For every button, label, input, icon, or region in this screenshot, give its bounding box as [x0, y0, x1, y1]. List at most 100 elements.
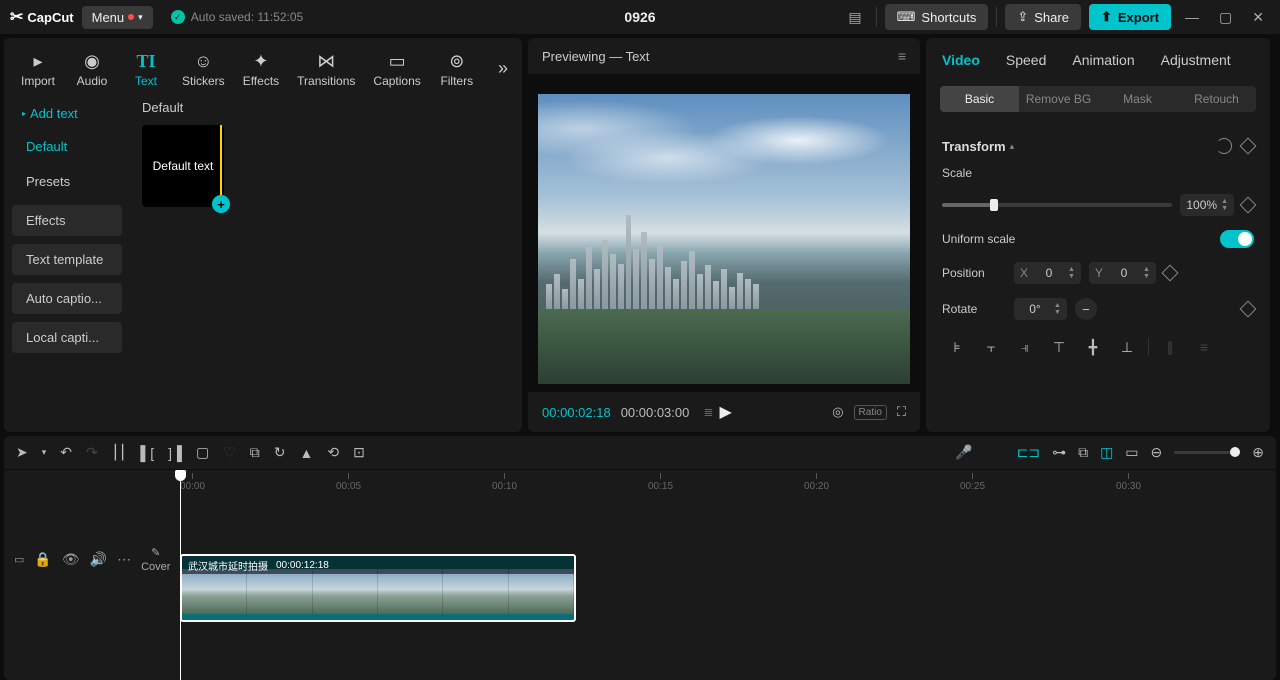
tab-audio[interactable]: ◉Audio: [66, 46, 118, 92]
stepper-icon[interactable]: ▲▼: [1221, 199, 1228, 212]
maximize-button[interactable]: ▢: [1213, 5, 1238, 30]
play-button[interactable]: ▶: [719, 402, 731, 422]
mic-icon[interactable]: 🎤: [955, 444, 972, 461]
distribute-h-icon[interactable]: ∥: [1155, 334, 1185, 360]
subtab-mask[interactable]: Mask: [1098, 86, 1177, 112]
stepper-icon[interactable]: ▲▼: [1054, 303, 1061, 316]
copies-icon[interactable]: ⧉: [250, 444, 260, 461]
export-button[interactable]: ⬆ Export: [1089, 4, 1171, 30]
scale-input[interactable]: 100% ▲▼: [1180, 194, 1234, 216]
sidebar-item-auto-captions[interactable]: Auto captio...: [12, 283, 122, 314]
layout-icon[interactable]: ▤: [842, 5, 867, 30]
share-button[interactable]: ⇪ Share: [1005, 4, 1081, 30]
track-more-icon[interactable]: ⋯: [117, 551, 131, 568]
redo-icon[interactable]: ↷: [86, 444, 98, 461]
effects-icon: ✦: [253, 50, 268, 72]
zoom-slider[interactable]: [1174, 451, 1240, 454]
mirror-icon[interactable]: ▲: [299, 445, 313, 461]
align-top-icon[interactable]: ⊤: [1044, 334, 1074, 360]
subtab-retouch[interactable]: Retouch: [1177, 86, 1256, 112]
sidebar-item-text-template[interactable]: Text template: [12, 244, 122, 275]
align-left-icon[interactable]: ⊧: [942, 334, 972, 360]
tracks-region[interactable]: 武汉城市延时拍摄 00:00:12:18: [138, 492, 1276, 680]
crop-icon[interactable]: ⊡: [353, 444, 365, 461]
shortcuts-button[interactable]: ⌨ Shortcuts: [885, 4, 989, 30]
subtab-removebg[interactable]: Remove BG: [1019, 86, 1098, 112]
reverse-icon[interactable]: ↻: [274, 444, 286, 461]
track-collapse-icon[interactable]: ▭: [14, 553, 24, 566]
position-y-input[interactable]: Y 0 ▲▼: [1089, 262, 1156, 284]
trim-right-icon[interactable]: ]▐: [168, 445, 182, 461]
timeline-ruler[interactable]: 00:00 00:05 00:10 00:15 00:20 00:25 00:3…: [138, 470, 1276, 492]
selection-tool-icon[interactable]: ➤: [16, 444, 28, 461]
menu-button[interactable]: Menu ▾: [82, 6, 153, 29]
ratio-button[interactable]: Ratio: [854, 405, 887, 420]
rotate-dial[interactable]: −: [1075, 298, 1097, 320]
minimize-button[interactable]: ―: [1179, 5, 1205, 29]
rotate-input[interactable]: 0° ▲▼: [1014, 298, 1067, 320]
video-clip[interactable]: 武汉城市延时拍摄 00:00:12:18: [180, 554, 576, 622]
link-icon[interactable]: ⧉: [1078, 444, 1088, 461]
favorite-icon[interactable]: ♡: [223, 444, 236, 461]
tabs-overflow-button[interactable]: »: [492, 46, 514, 79]
close-button[interactable]: ✕: [1246, 5, 1270, 30]
mute-icon[interactable]: 🔊: [90, 551, 107, 568]
align-center-h-icon[interactable]: ⫟: [976, 334, 1006, 360]
default-text-thumb[interactable]: Default text +: [142, 125, 224, 207]
magnet-icon[interactable]: ⊏⊐: [1017, 444, 1040, 461]
tab-import[interactable]: ▸Import: [12, 46, 64, 92]
fullscreen-icon[interactable]: ⛶: [897, 404, 906, 420]
subtab-basic[interactable]: Basic: [940, 86, 1019, 112]
x-value: 0: [1034, 266, 1064, 280]
rotate-icon[interactable]: ⟲: [327, 444, 339, 461]
keyframe-icon[interactable]: [1240, 138, 1257, 155]
distribute-v-icon[interactable]: ≡: [1189, 334, 1219, 360]
split-icon[interactable]: ⎮⎮: [112, 444, 127, 461]
preview-canvas[interactable]: [538, 94, 910, 384]
zoom-in-icon[interactable]: ⊕: [1252, 444, 1264, 461]
scale-slider[interactable]: [942, 203, 1172, 207]
keyframe-icon[interactable]: [1240, 301, 1257, 318]
sidebar-item-presets[interactable]: Presets: [12, 166, 122, 197]
sidebar-item-effects[interactable]: Effects: [12, 205, 122, 236]
undo-icon[interactable]: ↶: [60, 444, 72, 461]
visibility-icon[interactable]: 👁: [62, 551, 80, 568]
add-text-button[interactable]: Add text: [12, 100, 122, 127]
tab-effects[interactable]: ✦Effects: [235, 46, 287, 92]
stepper-icon[interactable]: ▲▼: [1143, 267, 1150, 280]
prop-tab-speed[interactable]: Speed: [1006, 48, 1046, 76]
tab-transitions[interactable]: ⋈Transitions: [289, 46, 363, 92]
sidebar-item-default[interactable]: Default: [12, 131, 122, 162]
stepper-icon[interactable]: ▲▼: [1068, 267, 1075, 280]
reset-icon[interactable]: [1216, 138, 1232, 154]
align-bottom-icon[interactable]: ⊥: [1112, 334, 1142, 360]
tab-text[interactable]: TIText: [120, 46, 172, 92]
position-x-input[interactable]: X 0 ▲▼: [1014, 262, 1081, 284]
prop-tab-animation[interactable]: Animation: [1072, 48, 1134, 76]
tool-dropdown-icon[interactable]: ▾: [42, 447, 47, 458]
preview-menu-icon[interactable]: ≡: [898, 48, 906, 64]
list-icon[interactable]: ≣: [703, 405, 713, 419]
delete-icon[interactable]: ▢: [196, 444, 209, 461]
keyframe-icon[interactable]: [1240, 197, 1257, 214]
trim-left-icon[interactable]: ▌[: [140, 445, 154, 461]
tab-stickers[interactable]: ☺Stickers: [174, 46, 233, 92]
prop-tab-adjustment[interactable]: Adjustment: [1161, 48, 1231, 76]
keyframe-icon[interactable]: [1161, 265, 1178, 282]
zoom-out-icon[interactable]: ⊖: [1151, 444, 1163, 461]
linkage-icon[interactable]: ⊶: [1052, 444, 1066, 461]
add-icon[interactable]: +: [212, 195, 230, 213]
preview-axis-icon[interactable]: ◫: [1100, 444, 1113, 461]
prop-tab-video[interactable]: Video: [942, 48, 980, 76]
scale-value: 100%: [1186, 198, 1217, 212]
safe-zone-icon[interactable]: ◎: [832, 404, 843, 420]
tab-filters[interactable]: ⊚Filters: [431, 46, 483, 92]
uniform-scale-toggle[interactable]: [1220, 230, 1254, 248]
tab-captions[interactable]: ▭Captions: [365, 46, 428, 92]
collapse-icon[interactable]: ▴: [1010, 141, 1015, 152]
sidebar-item-local-captions[interactable]: Local capti...: [12, 322, 122, 353]
track-preview-icon[interactable]: ▭: [1125, 444, 1138, 461]
align-center-v-icon[interactable]: ╋: [1078, 334, 1108, 360]
lock-icon[interactable]: 🔒: [34, 551, 51, 568]
align-right-icon[interactable]: ⫣: [1010, 334, 1040, 360]
